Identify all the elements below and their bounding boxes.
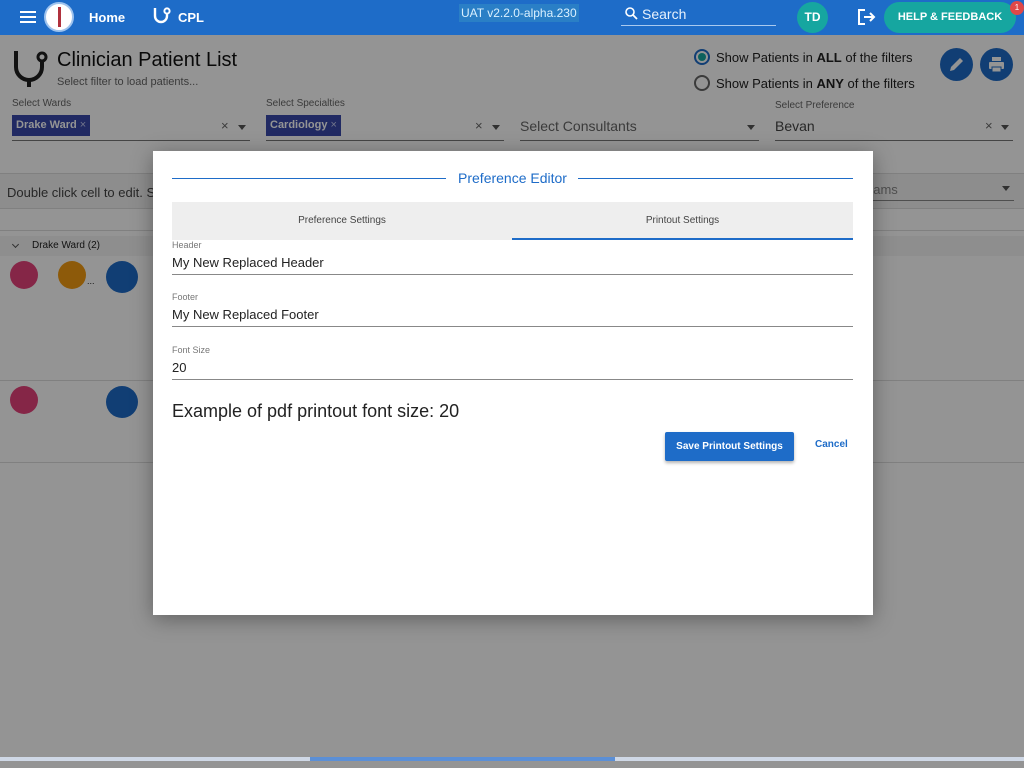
header-field-label: Header bbox=[172, 240, 202, 250]
cancel-button[interactable]: Cancel bbox=[815, 439, 848, 450]
tab-bar: Preference Settings Printout Settings bbox=[172, 202, 853, 240]
dialog-title-text: Preference Editor bbox=[458, 170, 567, 186]
font-size-field-label: Font Size bbox=[172, 345, 211, 355]
app-bar: Home CPL UAT v2.2.0-alpha.230 Search TD … bbox=[0, 0, 1024, 35]
home-link[interactable]: Home bbox=[89, 10, 125, 25]
tab-printout-settings[interactable]: Printout Settings bbox=[512, 202, 853, 240]
user-avatar[interactable]: TD bbox=[797, 2, 828, 33]
notification-badge: 1 bbox=[1010, 1, 1024, 15]
search-placeholder: Search bbox=[642, 6, 687, 22]
tab-preference-settings[interactable]: Preference Settings bbox=[172, 202, 512, 240]
header-field[interactable]: Header My New Replaced Header bbox=[172, 240, 853, 275]
font-size-field-value[interactable]: 20 bbox=[172, 360, 853, 375]
preference-editor-dialog: Preference Editor Preference Settings Pr… bbox=[153, 151, 873, 615]
footer-field-value[interactable]: My New Replaced Footer bbox=[172, 307, 853, 322]
menu-icon[interactable] bbox=[20, 11, 36, 23]
logout-icon[interactable] bbox=[857, 8, 877, 26]
cpl-link[interactable]: CPL bbox=[178, 10, 204, 25]
version-badge: UAT v2.2.0-alpha.230 bbox=[459, 4, 579, 22]
footer-field-label: Footer bbox=[172, 292, 199, 302]
search-icon bbox=[625, 7, 638, 20]
horizontal-scrollbar[interactable] bbox=[0, 757, 1024, 761]
help-feedback-button[interactable]: HELP & FEEDBACK bbox=[884, 2, 1016, 33]
stethoscope-icon bbox=[153, 7, 171, 24]
footer-field[interactable]: Footer My New Replaced Footer bbox=[172, 292, 853, 327]
header-field-value[interactable]: My New Replaced Header bbox=[172, 255, 853, 270]
search-input[interactable]: Search bbox=[621, 4, 776, 26]
hospital-logo-icon[interactable] bbox=[44, 2, 74, 32]
font-size-example: Example of pdf printout font size: 20 bbox=[172, 401, 460, 421]
dialog-title: Preference Editor bbox=[172, 170, 853, 188]
save-printout-settings-button[interactable]: Save Printout Settings bbox=[665, 432, 794, 461]
font-size-field[interactable]: Font Size 20 bbox=[172, 345, 853, 380]
